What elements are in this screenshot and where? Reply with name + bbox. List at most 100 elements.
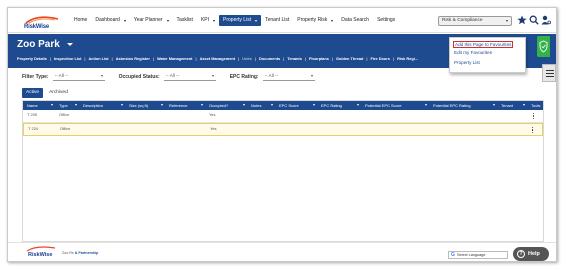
shield-icon [539,40,548,53]
column-header-potential-epc-score[interactable]: Potential EPC Score [365,101,401,110]
filter-icon[interactable] [493,104,495,106]
role-select[interactable]: Risk & Compliance [438,16,512,26]
language-select[interactable]: G Select Language [448,251,508,259]
chevron-down-icon [211,75,214,77]
nav-item-property-list[interactable]: Property List [219,15,262,26]
subnav-property-details[interactable]: Property Details [17,56,47,61]
filter-icon[interactable] [313,104,315,106]
filter-bar: Filter Type: -- All -- Occupied Status: … [22,72,315,81]
more-options-icon[interactable] [532,127,534,134]
help-button[interactable]: ? Help [513,247,549,261]
chevron-down-icon [100,75,103,77]
tab-active[interactable]: Active [22,88,44,98]
column-header-size-sq-ft[interactable]: Size (sq ft) [129,101,148,110]
favourites-menu: Add this Page to Favourites Edit my Favo… [449,37,526,73]
occupied-status-value: -- All -- [165,73,180,78]
add-to-favourites-item[interactable]: Add this Page to Favourites [453,41,514,48]
filter-icon[interactable] [201,104,203,106]
nav-item-settings[interactable]: Settings [373,15,399,26]
filter-icon[interactable] [523,104,525,106]
chevron-down-icon [123,19,126,22]
filter-icon[interactable] [271,104,273,106]
filter-icon[interactable] [121,104,123,106]
nav-item-label: KPI [200,17,210,23]
google-translate-icon: G [451,252,455,258]
subnav-asset-management[interactable]: Asset Management [200,56,235,61]
nav-item-dashboard[interactable]: Dashboard [91,15,129,26]
subnav-tenants[interactable]: Tenants [287,56,302,61]
star-icon[interactable] [517,14,527,26]
property-title-dropdown[interactable]: Zoo Park [17,39,73,50]
filter-icon[interactable] [161,104,163,106]
app-window: RiskWise Home Dashboard Year Planner Taskli… [7,7,557,262]
filter-icon[interactable] [357,104,359,106]
partner-text-brand: & Partnership [74,251,99,255]
property-subnav: Property Details | Inspection List | Action … [17,56,418,61]
nav-item-label: Dashboard [95,17,120,23]
subnav-separator: | [152,56,154,61]
more-options-dot [533,115,535,117]
subnav-units[interactable]: Units [242,56,252,61]
column-header-reference[interactable]: Reference [169,101,187,110]
column-header-notes[interactable]: Notes [251,101,261,110]
column-header-type[interactable]: Type [59,101,68,110]
column-header-name[interactable]: Name [27,101,38,110]
nav-item-home[interactable]: Home [70,15,91,26]
column-header-tenant[interactable]: Tenant [501,101,513,110]
nav-item-tenant-list[interactable]: Tenant List [261,15,293,26]
occupied-status-select[interactable]: -- All -- [163,72,216,81]
subnav-documents[interactable]: Documents [259,56,280,61]
nav-item-data-search[interactable]: Data Search [337,15,373,26]
user-settings-icon[interactable] [541,14,551,26]
column-header-occupied[interactable]: Occupied? [209,101,228,110]
footer-partner-text: Zoo Re & Partnership [62,251,98,255]
more-options-dot [533,113,535,115]
chevron-down-icon [66,43,73,46]
subnav-inspection-list[interactable]: Inspection List [54,56,81,61]
table-row[interactable]: T 224 Office Yes [23,123,543,136]
subnav-fire-doors[interactable]: Fire Doors [371,56,390,61]
filter-icon[interactable] [243,104,245,106]
column-header-potential-epc-rating[interactable]: Potential EPC Rating [433,101,471,110]
chevron-down-icon [331,19,334,22]
riskwise-logo[interactable]: RiskWise [16,12,60,30]
nav-item-kpi[interactable]: KPI [197,15,219,26]
edit-favourites-item[interactable]: Edit my Favourites [454,50,492,55]
filter-icon[interactable] [51,104,53,106]
filter-type-select[interactable]: -- All -- [52,72,105,81]
nav-item-label: Property List [223,17,252,23]
more-options-icon[interactable] [533,113,535,120]
subnav-separator: | [195,56,197,61]
epc-rating-select[interactable]: -- All -- [262,72,315,81]
shield-button[interactable] [537,36,550,57]
more-options-dot [533,117,535,120]
subnav-water-management[interactable]: Water Management [157,56,193,61]
column-header-tools[interactable]: Tools [531,101,540,110]
help-icon: ? [517,250,525,258]
nav-item-tasklist[interactable]: Tasklist [173,15,197,26]
search-icon[interactable] [529,14,539,26]
table-row[interactable]: T 205 Office Yes [23,110,543,123]
filter-icon[interactable] [425,104,427,106]
favourite-property-list-item[interactable]: Property List [454,60,480,65]
column-header-epc-score[interactable]: EPC Score [279,101,299,110]
nav-item-property-risk[interactable]: Property Risk [293,15,337,26]
top-nav: RiskWise Home Dashboard Year Planner Taskli… [8,8,556,33]
subnav-floorplans[interactable]: Floorplans [309,56,329,61]
column-header-description[interactable]: Description [83,101,103,110]
main-menu: Home Dashboard Year Planner Tasklist KPI Prop… [70,15,399,26]
tab-archived[interactable]: Archived [45,88,72,98]
subnav-action-list[interactable]: Action List [88,56,108,61]
role-select-value: Risk & Compliance [442,18,483,23]
nav-item-year-planner[interactable]: Year Planner [130,15,173,26]
subnav-separator: | [283,56,285,61]
filter-type-label: Filter Type: [22,73,49,80]
column-header-epc-rating[interactable]: EPC Rating [321,101,342,110]
subnav-risk-regi-[interactable]: Risk Regi... [397,56,418,61]
partner-text-prefix: Zoo Re [62,251,74,255]
chevron-down-icon [255,19,258,22]
menu-toggle-button[interactable] [542,64,556,82]
subnav-asbestos-register[interactable]: Asbestos Register [116,56,150,61]
filter-icon[interactable] [75,104,77,106]
subnav-golden-thread[interactable]: Golden Thread [336,56,363,61]
